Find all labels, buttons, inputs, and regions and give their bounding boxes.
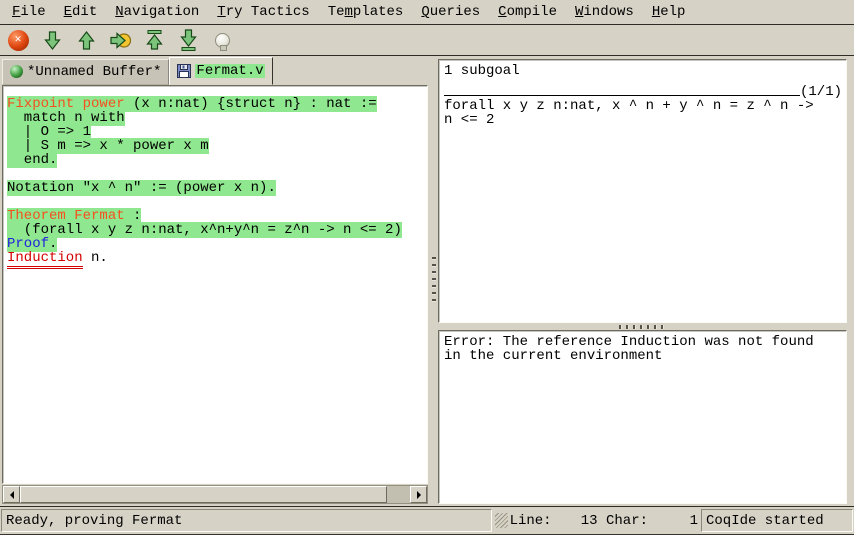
goal-separator: (1/1) [444, 85, 842, 99]
code-line[interactable]: | O => 1 [7, 125, 427, 139]
app-status: CoqIde started [701, 509, 853, 532]
step-forward-button[interactable] [39, 27, 65, 53]
goal-counter: (1/1) [800, 85, 842, 99]
menu-templates[interactable]: Templates [319, 2, 413, 22]
cursor-position: Line: 13 Char: 1 [510, 509, 698, 532]
scrollbar-track[interactable] [20, 486, 410, 503]
messages-panel: Error: The reference Induction was not f… [438, 330, 847, 504]
script-editor[interactable]: Fixpoint power (x n:nat) {struct n} : na… [2, 85, 428, 484]
go-to-cursor-icon [109, 31, 132, 50]
code-line[interactable]: match n with [7, 111, 427, 125]
code-line[interactable]: Proof. [7, 237, 427, 251]
menubar: FileEditNavigationTry TacticsTemplatesQu… [0, 0, 854, 25]
char-label: Char: [606, 514, 648, 528]
coqide-window: FileEditNavigationTry TacticsTemplatesQu… [0, 0, 854, 535]
splitter-grip-icon [432, 257, 436, 303]
lightbulb-icon [215, 33, 230, 48]
hints-button[interactable] [209, 27, 235, 53]
code-line[interactable]: Notation "x ^ n" := (power x n). [7, 181, 427, 195]
splitter-grip-icon [619, 325, 667, 329]
statusbar: Ready, proving Fermat Line: 13 Char: 1 C… [0, 506, 854, 534]
tab-unnamed-buffer[interactable]: *Unnamed Buffer* [2, 59, 169, 85]
menu-queries[interactable]: Queries [412, 2, 489, 22]
line-value: 13 [552, 514, 598, 528]
code-line[interactable]: Induction n. [7, 251, 427, 265]
code-line[interactable]: Theorem Fermat : [7, 209, 427, 223]
menu-navigation[interactable]: Navigation [106, 2, 208, 22]
buffer-tabbar: *Unnamed Buffer* Fermat.v [0, 56, 429, 85]
menu-windows[interactable]: Windows [566, 2, 643, 22]
resize-grip-icon[interactable] [495, 513, 508, 528]
step-backward-button[interactable] [73, 27, 99, 53]
goal-panel: 1 subgoal (1/1) forall x y z n:nat, x ^ … [438, 59, 847, 323]
tab-fermat-v[interactable]: Fermat.v [169, 57, 272, 85]
menu-file[interactable]: File [3, 2, 55, 22]
goal-header: 1 subgoal [444, 64, 842, 78]
error-message-line: in the current environment [444, 349, 842, 363]
menu-compile[interactable]: Compile [489, 2, 566, 22]
status-message-text: Ready, proving Fermat [6, 514, 182, 528]
go-to-cursor-button[interactable] [107, 27, 133, 53]
status-message: Ready, proving Fermat [1, 509, 492, 532]
main-area: *Unnamed Buffer* Fermat.v Fixpoint power… [0, 56, 854, 506]
proof-column: 1 subgoal (1/1) forall x y z n:nat, x ^ … [438, 56, 854, 506]
code-line[interactable]: | S m => x * power x m [7, 139, 427, 153]
app-status-text: CoqIde started [706, 514, 824, 528]
tab-label: *Unnamed Buffer* [27, 65, 161, 79]
goal-line: forall x y z n:nat, x ^ n + y ^ n = z ^ … [444, 99, 842, 113]
save-icon [177, 64, 191, 78]
stop-button[interactable]: ✕ [5, 27, 31, 53]
goal-line: n <= 2 [444, 113, 842, 127]
goal-statement: forall x y z n:nat, x ^ n + y ^ n = z ^ … [444, 99, 842, 127]
line-label: Line: [510, 514, 552, 528]
code-line[interactable]: end. [7, 153, 427, 167]
tab-label: Fermat.v [195, 64, 264, 78]
editor-hscrollbar [2, 485, 428, 504]
menu-try-tactics[interactable]: Try Tactics [208, 2, 318, 22]
script-column: *Unnamed Buffer* Fermat.v Fixpoint power… [0, 56, 429, 506]
scroll-left-button[interactable] [3, 486, 20, 503]
char-value: 1 [648, 514, 698, 528]
code-line[interactable]: (forall x y z n:nat, x^n+y^n = z^n -> n … [7, 223, 427, 237]
scroll-right-button[interactable] [410, 486, 427, 503]
code-line[interactable]: Fixpoint power (x n:nat) {struct n} : na… [7, 97, 427, 111]
scrollbar-thumb[interactable] [20, 486, 387, 503]
go-to-start-button[interactable] [141, 27, 167, 53]
menu-help[interactable]: Help [643, 2, 695, 22]
go-to-start-icon [145, 29, 164, 51]
step-backward-icon [77, 30, 96, 51]
right-arrow-icon [417, 491, 425, 499]
code-line[interactable] [7, 195, 427, 209]
goal-rule [444, 95, 800, 96]
go-to-end-button[interactable] [175, 27, 201, 53]
go-to-end-icon [179, 29, 198, 51]
left-arrow-icon [6, 491, 14, 499]
menu-edit[interactable]: Edit [55, 2, 107, 22]
code-line[interactable] [7, 167, 427, 181]
stop-icon: ✕ [8, 30, 29, 51]
toolbar: ✕ [0, 25, 854, 56]
horizontal-pane-splitter[interactable] [438, 323, 847, 330]
step-forward-icon [43, 30, 62, 51]
vertical-pane-splitter[interactable] [429, 56, 438, 506]
error-message-line: Error: The reference Induction was not f… [444, 335, 842, 349]
buffer-status-icon [10, 65, 23, 78]
